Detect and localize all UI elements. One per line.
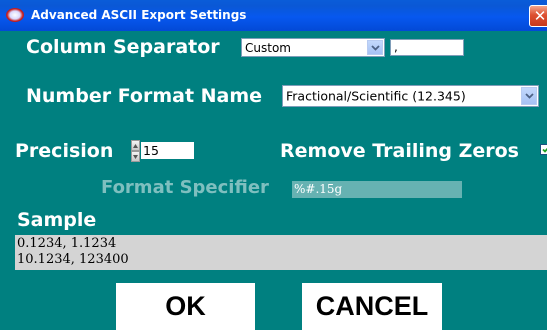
column-separator-label: Column Separator [26,36,220,58]
column-separator-value: Custom [245,40,291,55]
chevron-up-icon [133,143,138,148]
precision-input[interactable]: 15 [141,142,194,159]
window-title: Advanced ASCII Export Settings [31,8,247,22]
sample-output: 0.1234, 1.1234 10.1234, 123400 [15,235,547,270]
checkmark-icon [541,147,547,153]
title-bar[interactable]: Advanced ASCII Export Settings ✕ [0,0,547,31]
chevron-down-icon [133,154,138,159]
remove-trailing-zeros-checkbox[interactable] [540,144,547,155]
number-format-label: Number Format Name [26,85,263,107]
number-format-select[interactable]: Fractional/Scientific (12.345) [282,85,539,107]
sample-line: 10.1234, 123400 [17,252,129,267]
sample-label: Sample [17,209,97,231]
app-logo-icon [6,8,24,22]
number-format-value: Fractional/Scientific (12.345) [286,88,466,104]
chevron-down-icon[interactable] [521,87,537,105]
chevron-down-icon[interactable] [367,40,383,55]
custom-separator-input[interactable]: , [390,39,464,56]
remove-trailing-zeros-label: Remove Trailing Zeros [280,140,519,162]
sample-line: 0.1234, 1.1234 [17,236,117,251]
ok-button[interactable]: OK [116,283,255,330]
stepper-up-button[interactable] [131,140,140,151]
column-separator-select[interactable]: Custom [241,38,385,57]
close-icon: ✕ [533,6,547,25]
format-specifier-label: Format Specifier [101,177,269,198]
precision-stepper[interactable] [131,140,140,162]
stepper-down-button[interactable] [131,151,140,162]
precision-label: Precision [15,140,114,162]
export-settings-dialog: Advanced ASCII Export Settings ✕ Column … [0,0,547,330]
cancel-button[interactable]: CANCEL [302,283,442,330]
close-button[interactable]: ✕ [529,5,547,27]
format-specifier-input[interactable]: %#.15g [292,181,462,198]
